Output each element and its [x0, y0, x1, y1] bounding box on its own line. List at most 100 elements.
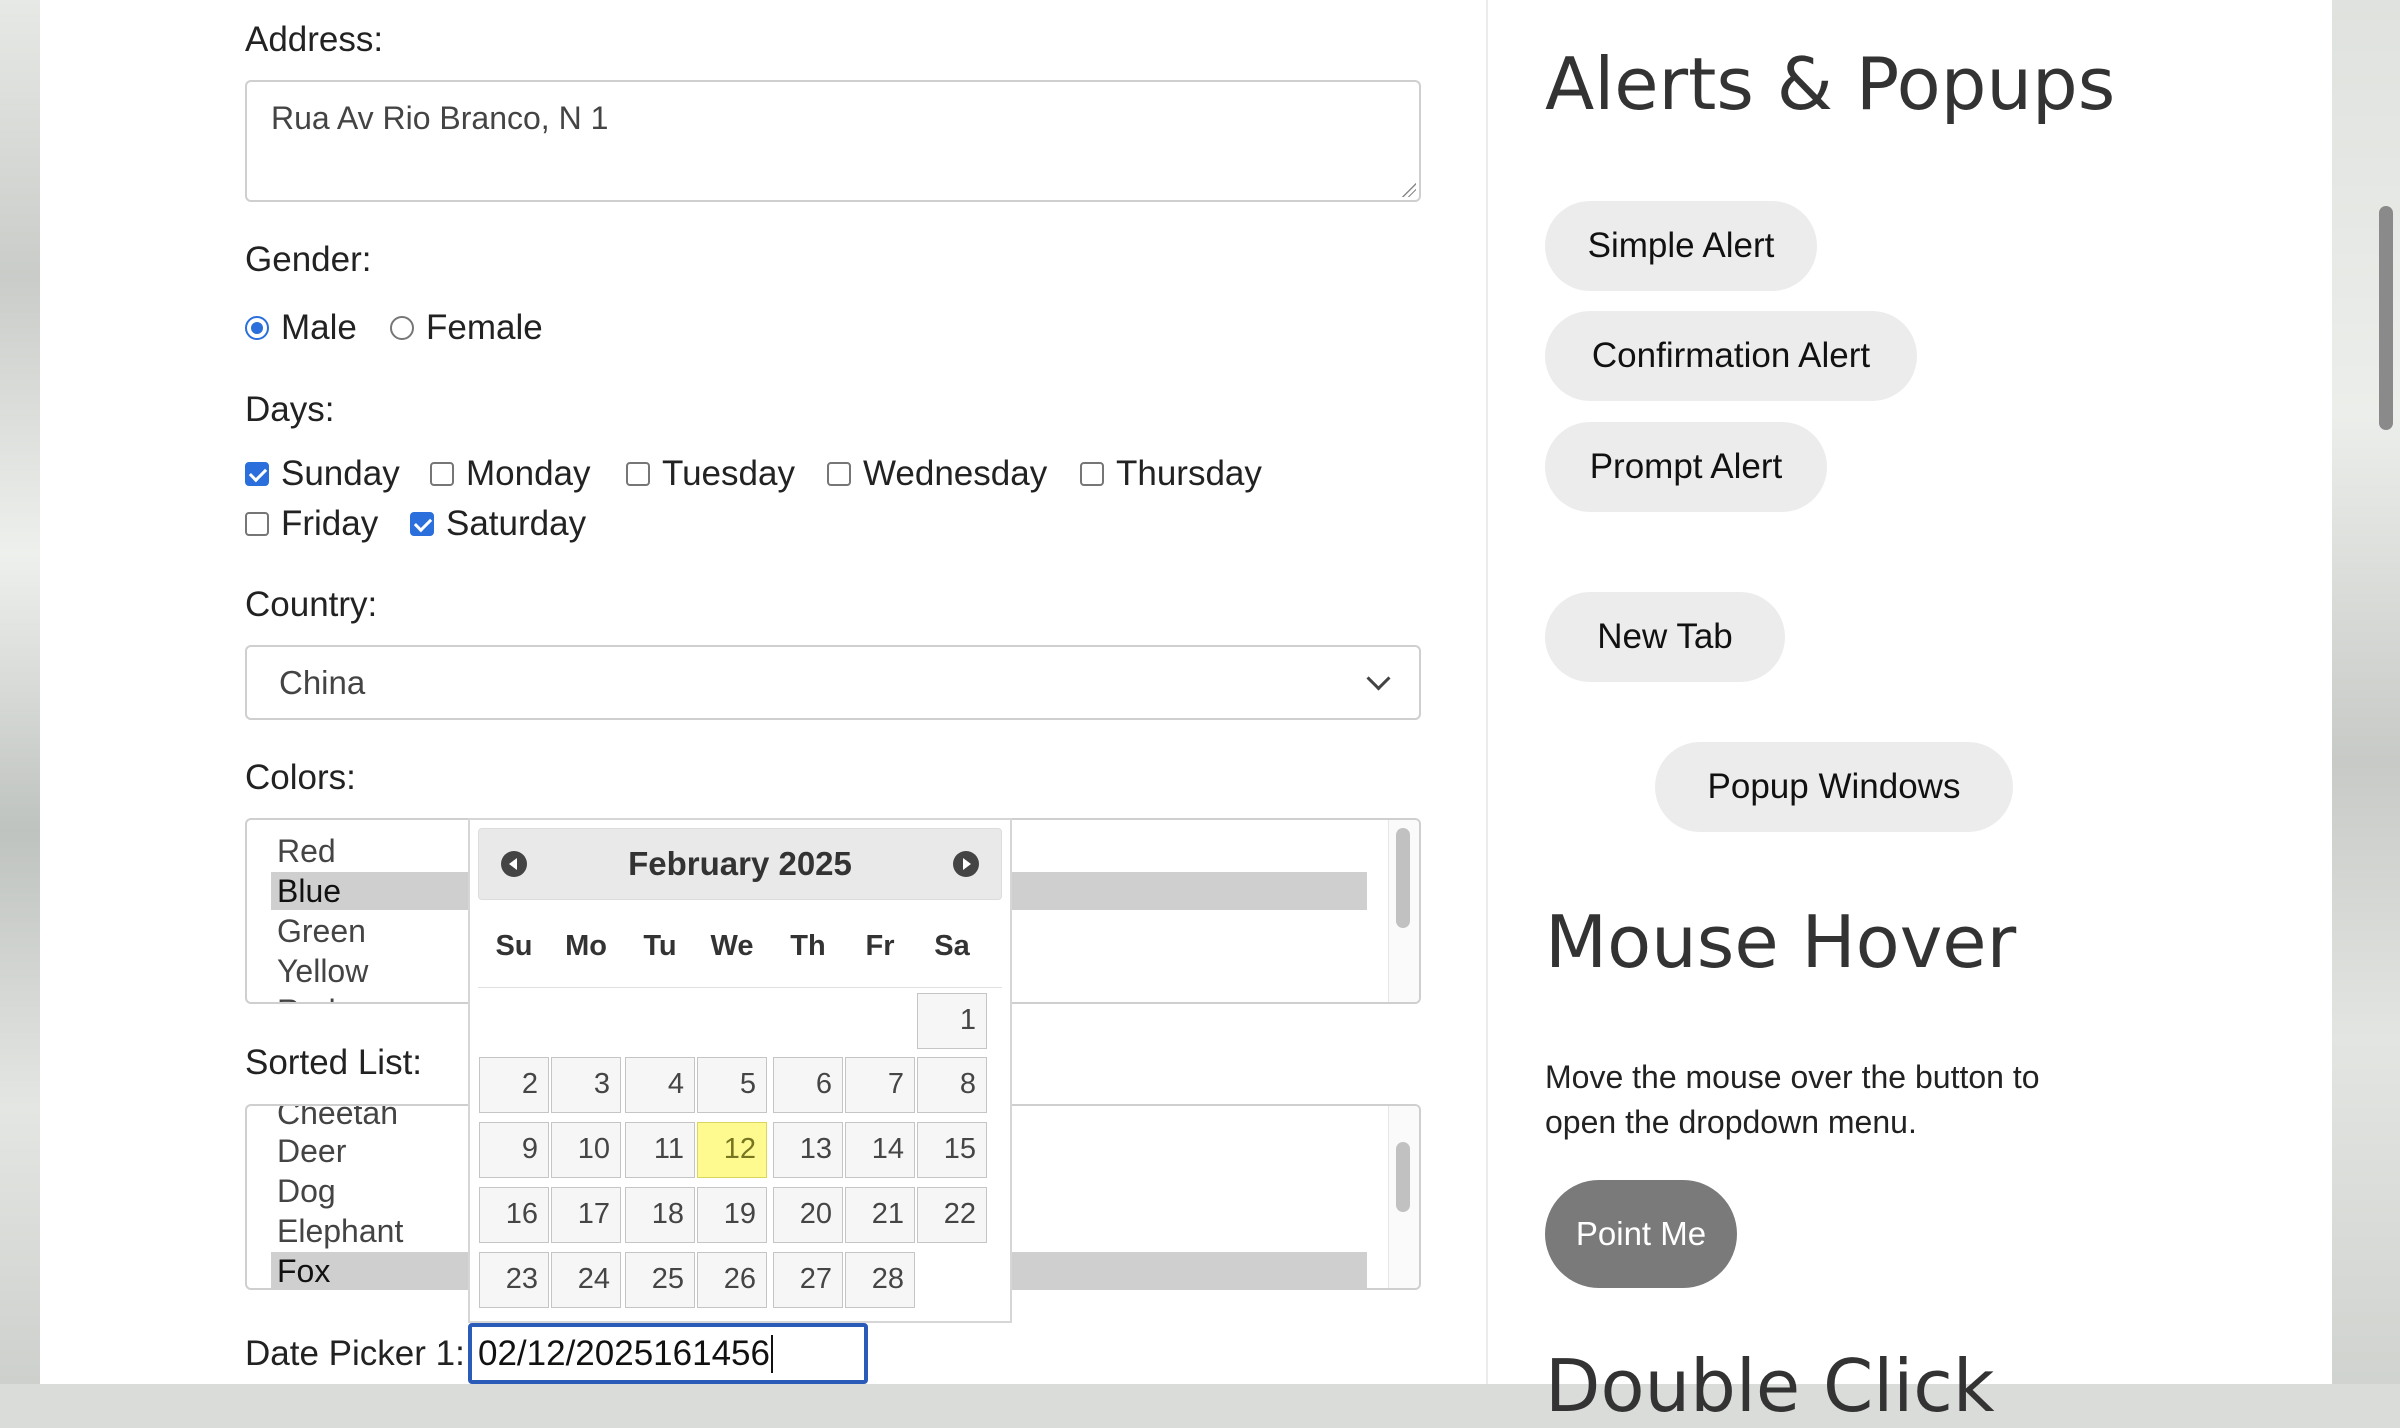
radio-male[interactable]	[245, 316, 269, 340]
checkbox-saturday[interactable]	[410, 512, 434, 536]
weekday-label: Su	[495, 930, 533, 962]
checkbox-monday[interactable]	[430, 462, 454, 486]
colors-label: Colors:	[245, 758, 356, 797]
alerts-heading: Alerts & Popups	[1545, 42, 2116, 126]
address-textarea[interactable]: Rua Av Rio Branco, N 1	[245, 80, 1421, 202]
datepicker-value: 02/12/2025161456	[478, 1333, 770, 1373]
calendar-day[interactable]: 26	[697, 1252, 767, 1308]
page-scrollbar-thumb[interactable]	[2379, 206, 2393, 430]
country-label: Country:	[245, 585, 378, 624]
calendar-day[interactable]: 19	[697, 1187, 767, 1243]
calendar-day[interactable]: 14	[845, 1122, 915, 1178]
gender-female-option[interactable]: Female	[390, 308, 543, 348]
calendar-day[interactable]: 10	[551, 1122, 621, 1178]
day-friday[interactable]: Friday	[245, 504, 378, 544]
days-label: Days:	[245, 390, 335, 429]
page-scrollbar[interactable]	[2370, 0, 2400, 1384]
calendar-day[interactable]: 7	[845, 1057, 915, 1113]
sorted-list-label: Sorted List:	[245, 1043, 423, 1082]
weekday-label: Mo	[565, 930, 607, 962]
weekday-label: Th	[790, 930, 826, 962]
text-caret	[770, 1334, 773, 1373]
calendar-day[interactable]: 1	[917, 993, 987, 1049]
day-monday-label: Monday	[466, 454, 591, 493]
checkbox-wednesday[interactable]	[827, 462, 851, 486]
calendar-day[interactable]: 13	[773, 1122, 843, 1178]
datepicker-input[interactable]: 02/12/2025161456	[468, 1323, 868, 1384]
point-me-button[interactable]: Point Me	[1545, 1180, 1737, 1288]
weekday-label: Sa	[934, 930, 970, 962]
calendar-day[interactable]: 3	[551, 1057, 621, 1113]
radio-female-label: Female	[426, 308, 543, 347]
address-label: Address:	[245, 20, 384, 59]
checkbox-sunday[interactable]	[245, 462, 269, 486]
calendar-day[interactable]: 22	[917, 1187, 987, 1243]
checkbox-thursday[interactable]	[1080, 462, 1104, 486]
weekday-label: We	[710, 930, 754, 962]
datepicker-label: Date Picker 1:	[245, 1334, 465, 1373]
day-wednesday-label: Wednesday	[863, 454, 1048, 493]
calendar-day-today[interactable]: 12	[697, 1122, 767, 1178]
calendar-day[interactable]: 23	[479, 1252, 549, 1308]
calendar-day[interactable]: 28	[845, 1252, 915, 1308]
datepicker-calendar: February 2025 Su Mo Tu We Th Fr Sa 1 2 3 4 5 6 7 8 9 10…	[468, 818, 1012, 1323]
calendar-day[interactable]: 21	[845, 1187, 915, 1243]
weekday-label: Fr	[865, 930, 895, 962]
day-thursday-label: Thursday	[1116, 454, 1262, 493]
calendar-day[interactable]: 18	[625, 1187, 695, 1243]
checkbox-friday[interactable]	[245, 512, 269, 536]
radio-female[interactable]	[390, 316, 414, 340]
colors-scrollbar[interactable]	[1388, 820, 1419, 1002]
day-sunday[interactable]: Sunday	[245, 454, 400, 494]
day-monday[interactable]: Monday	[430, 454, 591, 494]
calendar-day[interactable]: 8	[917, 1057, 987, 1113]
simple-alert-button[interactable]: Simple Alert	[1545, 201, 1817, 291]
popup-windows-button[interactable]: Popup Windows	[1655, 742, 2013, 832]
calendar-month-title: February 2025	[628, 845, 852, 882]
calendar-day[interactable]: 9	[479, 1122, 549, 1178]
calendar-day[interactable]: 20	[773, 1187, 843, 1243]
divider	[478, 987, 1002, 988]
calendar-day[interactable]: 5	[697, 1057, 767, 1113]
day-tuesday[interactable]: Tuesday	[626, 454, 795, 494]
resize-handle-icon[interactable]	[1402, 183, 1416, 197]
checkbox-tuesday[interactable]	[626, 462, 650, 486]
day-wednesday[interactable]: Wednesday	[827, 454, 1047, 494]
calendar-day[interactable]: 25	[625, 1252, 695, 1308]
prev-month-icon[interactable]	[501, 851, 527, 877]
gender-male-option[interactable]: Male	[245, 308, 357, 348]
mouse-hover-text: Move the mouse over the button to open t…	[1545, 1059, 2040, 1140]
calendar-header: February 2025	[478, 828, 1002, 900]
mouse-hover-heading: Mouse Hover	[1545, 900, 2017, 984]
calendar-day[interactable]: 17	[551, 1187, 621, 1243]
sorted-scrollbar[interactable]	[1388, 1106, 1419, 1288]
address-value: Rua Av Rio Branco, N 1	[271, 100, 609, 136]
calendar-day[interactable]: 16	[479, 1187, 549, 1243]
colors-scrollbar-thumb[interactable]	[1396, 828, 1410, 928]
calendar-day[interactable]: 24	[551, 1252, 621, 1308]
day-saturday[interactable]: Saturday	[410, 504, 586, 544]
next-month-icon[interactable]	[953, 851, 979, 877]
sorted-scrollbar-thumb[interactable]	[1396, 1142, 1410, 1212]
new-tab-button[interactable]: New Tab	[1545, 592, 1785, 682]
confirmation-alert-button[interactable]: Confirmation Alert	[1545, 311, 1917, 401]
gender-label: Gender:	[245, 240, 372, 279]
prompt-alert-button[interactable]: Prompt Alert	[1545, 422, 1827, 512]
background-left	[0, 0, 40, 1384]
radio-male-label: Male	[281, 308, 357, 347]
country-select[interactable]: China	[245, 645, 1421, 720]
day-tuesday-label: Tuesday	[662, 454, 795, 493]
calendar-day[interactable]: 2	[479, 1057, 549, 1113]
calendar-day[interactable]: 15	[917, 1122, 987, 1178]
weekday-label: Tu	[643, 930, 677, 962]
calendar-day[interactable]: 4	[625, 1057, 695, 1113]
calendar-day[interactable]: 11	[625, 1122, 695, 1178]
day-thursday[interactable]: Thursday	[1080, 454, 1262, 494]
column-divider	[1486, 0, 1488, 1384]
chevron-down-icon	[1366, 666, 1391, 691]
day-friday-label: Friday	[281, 504, 379, 543]
double-click-heading: Double Click	[1545, 1344, 1995, 1428]
calendar-day[interactable]: 6	[773, 1057, 843, 1113]
calendar-day[interactable]: 27	[773, 1252, 843, 1308]
country-value: China	[279, 663, 366, 701]
